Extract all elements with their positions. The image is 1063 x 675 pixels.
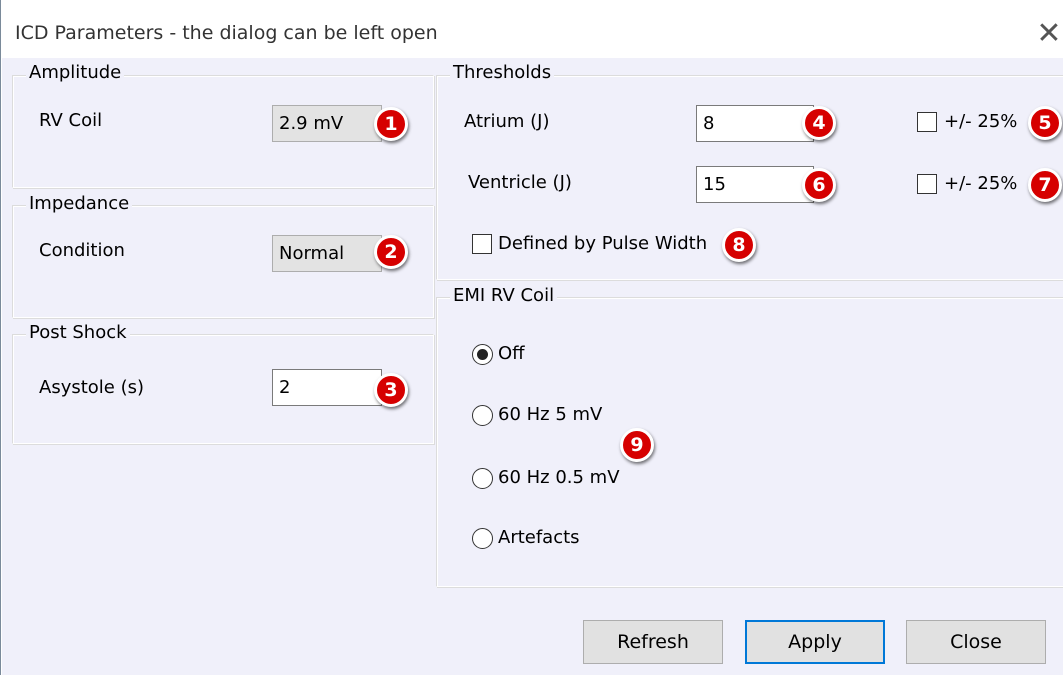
title-bar[interactable]: ICD Parameters - the dialog can be left …: [1, 0, 1063, 64]
ventricle-input[interactable]: 15: [696, 166, 814, 203]
ventricle-tolerance-label[interactable]: +/- 25%: [944, 173, 1017, 195]
window-title: ICD Parameters - the dialog can be left …: [15, 22, 438, 44]
atrium-tolerance-checkbox[interactable]: [917, 112, 937, 132]
callout-badge-8: 8: [722, 228, 756, 262]
close-window-icon[interactable]: ✕: [1029, 14, 1063, 54]
emi-option-artefacts-radio[interactable]: [472, 528, 493, 549]
ventricle-tolerance-checkbox[interactable]: [917, 174, 937, 194]
callout-badge-9: 9: [620, 428, 654, 462]
icd-parameters-dialog: ICD Parameters - the dialog can be left …: [0, 0, 1063, 675]
emi-legend: EMI RV Coil: [450, 286, 558, 306]
atrium-tolerance-label[interactable]: +/- 25%: [944, 111, 1017, 133]
radio-selected-dot: [477, 349, 488, 360]
ventricle-label: Ventricle (J): [468, 172, 572, 193]
post-shock-legend: Post Shock: [26, 323, 130, 343]
rv-coil-value: 2.9 mV: [272, 105, 382, 142]
refresh-button[interactable]: Refresh: [583, 620, 723, 664]
atrium-label: Atrium (J): [464, 111, 550, 132]
rv-coil-label: RV Coil: [39, 110, 103, 131]
pulse-width-label[interactable]: Defined by Pulse Width: [498, 233, 707, 255]
callout-badge-4: 4: [802, 106, 836, 140]
dialog-client-area: Amplitude RV Coil 2.9 mV 1 Impedance Con…: [2, 58, 1063, 675]
callout-badge-6: 6: [802, 168, 836, 202]
asystole-label: Asystole (s): [39, 377, 145, 398]
condition-label: Condition: [39, 240, 125, 261]
callout-badge-5: 5: [1028, 106, 1062, 140]
emi-option-off-label[interactable]: Off: [498, 343, 525, 365]
emi-option-60hz-05mv-label[interactable]: 60 Hz 0.5 mV: [498, 467, 620, 489]
atrium-input[interactable]: 8: [696, 105, 814, 142]
thresholds-legend: Thresholds: [450, 63, 555, 83]
apply-button[interactable]: Apply: [745, 620, 885, 664]
close-button[interactable]: Close: [906, 620, 1046, 664]
emi-option-60hz-05mv-radio[interactable]: [472, 468, 493, 489]
callout-badge-7: 7: [1028, 168, 1062, 202]
emi-option-60hz-5mv-radio[interactable]: [472, 405, 493, 426]
emi-option-60hz-5mv-label[interactable]: 60 Hz 5 mV: [498, 404, 602, 426]
emi-option-off-radio[interactable]: [472, 344, 493, 365]
pulse-width-checkbox[interactable]: [472, 234, 492, 254]
callout-badge-2: 2: [374, 235, 408, 269]
asystole-input[interactable]: 2: [272, 369, 382, 406]
emi-option-artefacts-label[interactable]: Artefacts: [498, 527, 580, 549]
callout-badge-1: 1: [374, 107, 408, 141]
condition-value: Normal: [272, 235, 382, 272]
amplitude-legend: Amplitude: [26, 63, 125, 83]
callout-badge-3: 3: [374, 373, 408, 407]
impedance-legend: Impedance: [26, 194, 133, 214]
